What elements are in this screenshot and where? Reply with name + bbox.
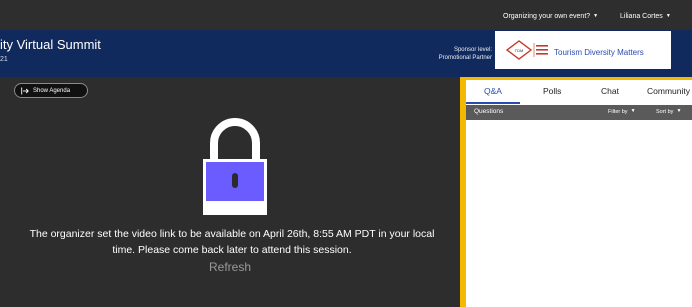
tab-polls[interactable]: Polls — [543, 86, 561, 96]
video-area: Show Agenda The organizer set the video … — [0, 77, 460, 307]
show-agenda-button[interactable]: Show Agenda — [14, 83, 88, 98]
filter-by-label: Filter by — [608, 109, 628, 115]
refresh-link[interactable]: Refresh — [0, 260, 460, 274]
user-name: Liliana Cortes — [620, 13, 663, 20]
sort-by-dropdown[interactable]: Sort by ▼ — [656, 108, 681, 115]
app-root: Organizing your own event? ▼ Liliana Cort… — [0, 0, 692, 307]
questions-header: Questions Filter by ▼ Sort by ▼ — [466, 105, 692, 120]
panel-tabs: Q&A Polls Chat Community — [466, 83, 692, 105]
top-utility-bar: Organizing your own event? ▼ Liliana Cort… — [0, 0, 692, 30]
questions-label: Questions — [474, 108, 504, 115]
unavailable-message-line-1: The organizer set the video link to be a… — [29, 228, 435, 240]
sponsor-level-label: Sponsor level: — [453, 47, 492, 53]
chevron-down-icon: ▼ — [593, 13, 599, 19]
engagement-panel: Q&A Polls Chat Community Questions Filte… — [466, 77, 692, 307]
user-menu[interactable]: Liliana Cortes ▼ — [620, 13, 671, 20]
organizing-event-menu[interactable]: Organizing your own event? ▼ — [503, 13, 598, 20]
sponsor-card[interactable]: TDM Tourism Diversity Matters — [495, 31, 671, 69]
sponsor-level: Sponsor level: Promotional Partner — [439, 47, 492, 62]
chevron-down-icon: ▼ — [630, 108, 636, 114]
event-title: ity Virtual Summit — [0, 37, 101, 52]
unavailable-message-line-2: time. Please come back later to attend t… — [112, 243, 352, 256]
sponsor-name: Tourism Diversity Matters — [554, 48, 644, 57]
sort-by-label: Sort by — [656, 109, 674, 115]
tab-chat[interactable]: Chat — [601, 86, 619, 96]
active-tab-indicator — [466, 102, 520, 104]
tab-qa[interactable]: Q&A — [484, 86, 502, 96]
tdm-logo-icon: TDM — [505, 40, 548, 60]
padlock-icon — [203, 118, 267, 215]
filter-by-dropdown[interactable]: Filter by ▼ — [608, 108, 636, 115]
organizing-event-label: Organizing your own event? — [503, 13, 591, 20]
event-subtitle: 21 — [0, 56, 8, 63]
tab-community[interactable]: Community — [647, 86, 690, 96]
sponsor-logo-text: TDM — [515, 48, 524, 53]
sponsor-level-value: Promotional Partner — [438, 54, 492, 61]
unavailable-message: The organizer set the video link to be a… — [14, 227, 450, 259]
expand-arrow-icon — [21, 87, 29, 94]
show-agenda-label: Show Agenda — [33, 87, 71, 94]
chevron-down-icon: ▼ — [676, 108, 682, 114]
event-header: ity Virtual Summit 21 Sponsor level: Pro… — [0, 30, 692, 77]
chevron-down-icon: ▼ — [665, 13, 671, 19]
